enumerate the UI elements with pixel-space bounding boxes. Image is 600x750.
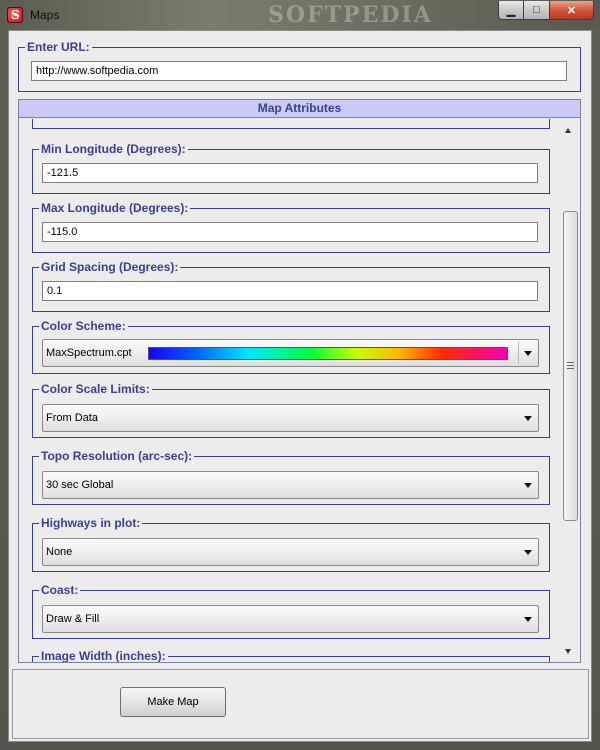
grid-spacing-input[interactable] xyxy=(42,281,538,301)
max-longitude-group: Max Longitude (Degrees): xyxy=(32,201,550,253)
vertical-scrollbar[interactable] xyxy=(560,119,580,662)
coast-value: Draw & Fill xyxy=(46,613,100,625)
chevron-down-icon xyxy=(524,416,532,421)
window-controls: ▁ □ ✕ xyxy=(498,1,594,20)
chevron-down-icon xyxy=(524,483,532,488)
close-icon: ✕ xyxy=(566,4,577,17)
minimize-icon: ▁ xyxy=(506,4,516,17)
topo-resolution-label: Topo Resolution (arc-sec): xyxy=(39,449,195,463)
minimize-button[interactable]: ▁ xyxy=(498,1,524,20)
bottom-panel: Make Map xyxy=(12,669,589,739)
make-map-button[interactable]: Make Map xyxy=(120,687,226,717)
maximize-icon: □ xyxy=(533,4,540,16)
coast-select[interactable]: Draw & Fill xyxy=(42,605,539,633)
min-longitude-input[interactable] xyxy=(42,163,538,183)
max-longitude-label: Max Longitude (Degrees): xyxy=(39,201,191,215)
color-scheme-dropdown-button[interactable] xyxy=(518,342,536,364)
min-longitude-group: Min Longitude (Degrees): xyxy=(32,142,550,194)
image-width-group: Image Width (inches): xyxy=(32,649,550,662)
topo-resolution-value: 30 sec Global xyxy=(46,479,114,491)
close-button[interactable]: ✕ xyxy=(550,1,594,20)
grid-spacing-group: Grid Spacing (Degrees): xyxy=(32,260,550,312)
grip-icon xyxy=(567,362,574,369)
group-partial-top xyxy=(32,119,550,129)
color-scheme-value: MaxSpectrum.cpt xyxy=(46,347,132,359)
window-title: Maps xyxy=(30,8,60,22)
min-longitude-label: Min Longitude (Degrees): xyxy=(39,142,188,156)
scroll-up-icon[interactable] xyxy=(565,128,571,133)
maximize-button[interactable]: □ xyxy=(524,1,550,20)
chevron-down-icon xyxy=(524,550,532,555)
grid-spacing-label: Grid Spacing (Degrees): xyxy=(39,260,181,274)
app-icon[interactable] xyxy=(7,7,23,23)
color-scheme-label: Color Scheme: xyxy=(39,319,128,333)
maps-window: Maps SOFTPEDIA ▁ □ ✕ Enter URL: Map Attr… xyxy=(0,0,600,750)
topo-resolution-group: Topo Resolution (arc-sec): 30 sec Global xyxy=(32,449,550,505)
url-input[interactable] xyxy=(31,61,567,81)
chevron-down-icon xyxy=(524,351,532,356)
highways-value: None xyxy=(46,546,73,558)
scrollbar-thumb[interactable] xyxy=(563,211,578,521)
color-scheme-select[interactable]: MaxSpectrum.cpt xyxy=(42,339,539,367)
color-scheme-group: Color Scheme: MaxSpectrum.cpt xyxy=(32,319,550,374)
highways-select[interactable]: None xyxy=(42,538,539,566)
highways-label: Highways in plot: xyxy=(39,516,143,530)
topo-resolution-select[interactable]: 30 sec Global xyxy=(42,471,539,499)
chevron-down-icon xyxy=(524,617,532,622)
attributes-scroll-area[interactable]: Min Longitude (Degrees): Max Longitude (… xyxy=(19,119,559,662)
client-area: Enter URL: Map Attributes Min Longitude … xyxy=(8,30,592,742)
color-spectrum-preview xyxy=(148,347,508,360)
url-label: Enter URL: xyxy=(25,40,92,54)
watermark-logo: SOFTPEDIA xyxy=(268,2,433,28)
max-longitude-input[interactable] xyxy=(42,222,538,242)
image-width-label: Image Width (inches): xyxy=(39,649,168,662)
map-attributes-header: Map Attributes xyxy=(19,100,580,118)
coast-label: Coast: xyxy=(39,583,81,597)
color-scale-limits-group: Color Scale Limits: From Data xyxy=(32,382,550,438)
title-bar[interactable]: Maps SOFTPEDIA ▁ □ ✕ xyxy=(0,0,600,30)
coast-group: Coast: Draw & Fill xyxy=(32,583,550,639)
map-attributes-panel: Map Attributes Min Longitude (Degrees): … xyxy=(18,99,581,663)
url-group: Enter URL: xyxy=(18,40,581,92)
color-scale-limits-value: From Data xyxy=(46,412,98,424)
scroll-down-icon[interactable] xyxy=(565,649,571,654)
color-scale-limits-select[interactable]: From Data xyxy=(42,404,539,432)
color-scale-limits-label: Color Scale Limits: xyxy=(39,382,152,396)
highways-group: Highways in plot: None xyxy=(32,516,550,572)
